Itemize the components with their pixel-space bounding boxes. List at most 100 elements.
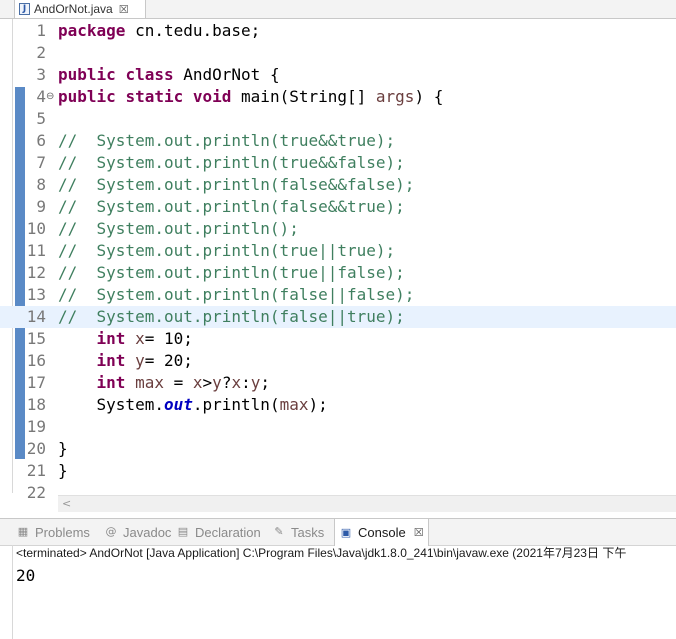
line-code: }	[58, 438, 68, 460]
line-number: 11	[26, 241, 46, 260]
code-line[interactable]: 15 int x= 10;	[0, 328, 676, 350]
code-token: public	[58, 65, 116, 84]
console-output[interactable]: 20	[16, 566, 35, 586]
code-line[interactable]: 21}	[0, 460, 676, 482]
line-number: 5	[36, 109, 46, 128]
line-number: 3	[36, 65, 46, 84]
code-token: int	[96, 373, 126, 392]
code-token: ) {	[414, 87, 444, 106]
code-editor[interactable]: 1 package cn.tedu.base; 2 3 public class And…	[0, 19, 676, 512]
line-number: 20	[26, 439, 46, 458]
code-token: = 20;	[144, 351, 193, 370]
line-number: 15	[26, 329, 46, 348]
code-line[interactable]: 8 // System.out.println(false&&false);	[0, 174, 676, 196]
line-number: 22	[26, 483, 46, 502]
panel-tab-label: Problems	[35, 524, 90, 540]
code-line[interactable]: 7 // System.out.println(true&&false);	[0, 152, 676, 174]
close-icon[interactable]: ☒	[414, 526, 424, 539]
tasks-icon: ✎	[274, 525, 284, 538]
code-token: static	[125, 87, 184, 106]
code-token: = 10;	[144, 329, 193, 348]
line-code: // System.out.println(false&&true);	[58, 196, 405, 218]
line-number: 9	[36, 197, 46, 216]
editor-tab-bar: J AndOrNot.java ☒	[0, 0, 676, 19]
panel-tab-label: Console	[358, 525, 406, 540]
line-code: public static void main(String[] args) {	[58, 86, 443, 108]
panel-tab-label: Declaration	[195, 524, 261, 540]
code-token: y	[250, 373, 261, 392]
editor-tab-andornot[interactable]: J AndOrNot.java ☒	[14, 0, 146, 18]
javadoc-icon: @	[105, 525, 117, 538]
code-token: =	[163, 373, 193, 392]
code-token: // System.out.println(false&&true);	[58, 197, 405, 216]
code-token: }	[58, 461, 68, 480]
line-code: System.out.println(max);	[58, 394, 328, 416]
code-token: cn.tedu.base;	[125, 21, 261, 40]
tab-declaration[interactable]: ▤ Declaration	[176, 519, 261, 545]
code-token: // System.out.println(true&&false);	[58, 153, 405, 172]
code-line[interactable]: 4 ⊖ public static void main(String[] args)…	[0, 86, 676, 108]
code-line[interactable]: 20}	[0, 438, 676, 460]
tab-problems[interactable]: ▦ Problems	[16, 519, 90, 545]
scroll-left-arrow-icon[interactable]: <	[62, 496, 71, 512]
code-token: max	[135, 373, 164, 392]
code-token: System.	[58, 395, 164, 414]
line-number: 14	[26, 307, 46, 326]
panel-tab-label: Tasks	[291, 524, 325, 540]
code-token: // System.out.println(false&&false);	[58, 175, 415, 194]
code-line[interactable]: 3 public class AndOrNot {	[0, 64, 676, 86]
close-icon[interactable]: ☒	[119, 3, 129, 16]
code-token: out	[163, 395, 193, 414]
code-token: x	[135, 329, 145, 348]
line-code: // System.out.println(false||false);	[58, 284, 414, 306]
line-code: // System.out.println(true||true);	[58, 240, 395, 262]
code-line[interactable]: 6 // System.out.println(true&&true);	[0, 130, 676, 152]
code-line[interactable]: 11 // System.out.println(true||true);	[0, 240, 676, 262]
horizontal-scrollbar[interactable]: <	[58, 495, 676, 512]
line-code: // System.out.println(true||false);	[58, 262, 405, 284]
line-number: 12	[26, 263, 46, 282]
line-number: 4	[36, 87, 46, 106]
code-token: class	[125, 65, 174, 84]
line-number: 19	[26, 417, 46, 436]
code-line[interactable]: 19	[0, 416, 676, 438]
line-code: package cn.tedu.base;	[58, 20, 260, 42]
code-line[interactable]: 13 // System.out.println(false||false);	[0, 284, 676, 306]
code-token: y	[212, 373, 222, 392]
line-number: 7	[36, 153, 46, 172]
code-token: .println(	[192, 395, 280, 414]
line-number: 21	[26, 461, 46, 480]
panel-tab-label: Javadoc	[123, 524, 172, 540]
problems-icon: ▦	[17, 525, 29, 538]
tab-javadoc[interactable]: @ Javadoc	[104, 519, 172, 545]
java-file-icon: J	[19, 3, 30, 15]
code-token: public	[58, 87, 116, 106]
code-line[interactable]: 9 // System.out.println(false&&true);	[0, 196, 676, 218]
tab-tasks[interactable]: ✎ Tasks	[272, 519, 324, 545]
code-line[interactable]: 16 int y= 20;	[0, 350, 676, 372]
code-line[interactable]: 18 System.out.println(max);	[0, 394, 676, 416]
line-code: // System.out.println(false&&false);	[58, 174, 414, 196]
code-token: // System.out.println();	[58, 219, 299, 238]
code-token: x	[192, 373, 203, 392]
code-token: ?	[221, 373, 232, 392]
code-line[interactable]: 2	[0, 42, 676, 64]
code-line[interactable]: 17 int max = x>y?x:y;	[0, 372, 676, 394]
fold-toggle-icon[interactable]: ⊖	[46, 86, 56, 108]
code-token: );	[308, 395, 328, 414]
line-code: // System.out.println(false||true);	[58, 306, 405, 328]
code-line[interactable]: 1 package cn.tedu.base;	[0, 20, 676, 42]
tab-console[interactable]: ▣ Console ☒	[334, 519, 429, 546]
code-line[interactable]: 10 // System.out.println();	[0, 218, 676, 240]
code-token: AndOrNot {	[173, 65, 280, 84]
line-number: 6	[36, 131, 46, 150]
code-token: void	[192, 87, 232, 106]
code-line[interactable]: 14 // System.out.println(false||true);	[0, 306, 676, 328]
code-token: :	[241, 373, 251, 392]
code-line[interactable]: 12 // System.out.println(true||false);	[0, 262, 676, 284]
code-line[interactable]: 5	[0, 108, 676, 130]
